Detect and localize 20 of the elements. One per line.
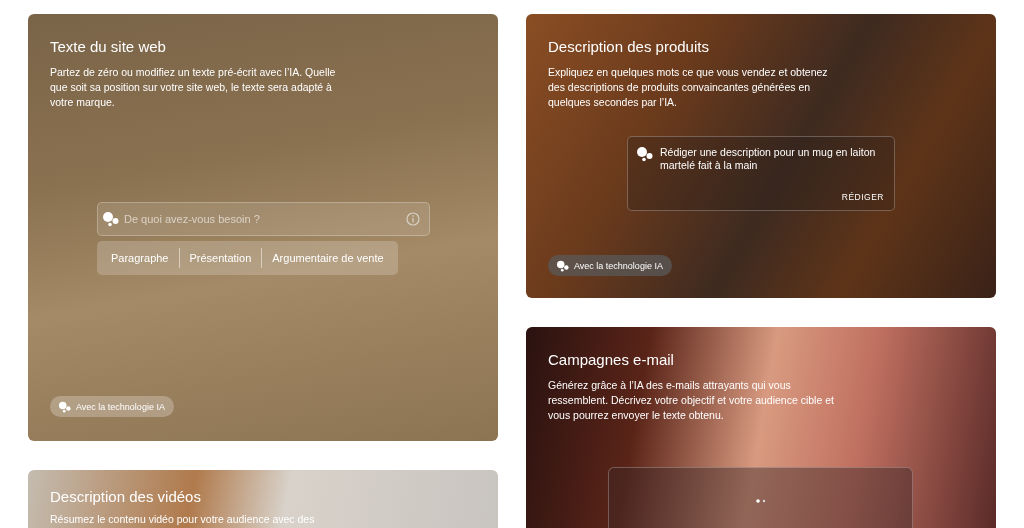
card-title: Description des produits (548, 37, 710, 57)
card-description: Partez de zéro ou modifiez un texte pré-écrit avec l’IA. Quelle que soit sa position sur votre site web, le texte sera adapté à votre marque. (50, 65, 337, 110)
badge-text: Avec la technologie IA (574, 260, 663, 271)
sparkle-icon (58, 400, 72, 413)
suggestion-chip[interactable]: Paragraphe (101, 252, 179, 264)
badge-text: Avec la technologie IA (76, 401, 165, 412)
sparkle-icon (102, 211, 120, 227)
suggestion-chip[interactable]: Argumentaire de vente (262, 252, 394, 264)
prompt-text: Rédiger une description pour un mug en laiton martelé fait à la main (660, 146, 877, 172)
sparkle-icon (636, 146, 654, 162)
loading-dots-icon (755, 499, 766, 503)
sparkle-icon (556, 259, 570, 272)
card-title: Campagnes e-mail (548, 350, 675, 370)
card-description: Générez grâce à l’IA des e-mails attrayants qui vous ressemblent. Décrivez votre objectif et votre audience cible et vous pourrez envoyer le texte obtenu. (548, 378, 835, 423)
info-icon[interactable] (406, 212, 420, 226)
write-button[interactable]: RÉDIGER (841, 192, 884, 202)
card-description: Expliquez en quelques mots ce que vous vendez et obtenez des descriptions de produits convaincantes générées en quelques secondes par l’IA. (548, 65, 829, 110)
card-title: Texte du site web (50, 37, 167, 57)
card-title: Description des vidéos (50, 487, 202, 507)
suggestion-chip[interactable]: Présentation (179, 252, 262, 264)
